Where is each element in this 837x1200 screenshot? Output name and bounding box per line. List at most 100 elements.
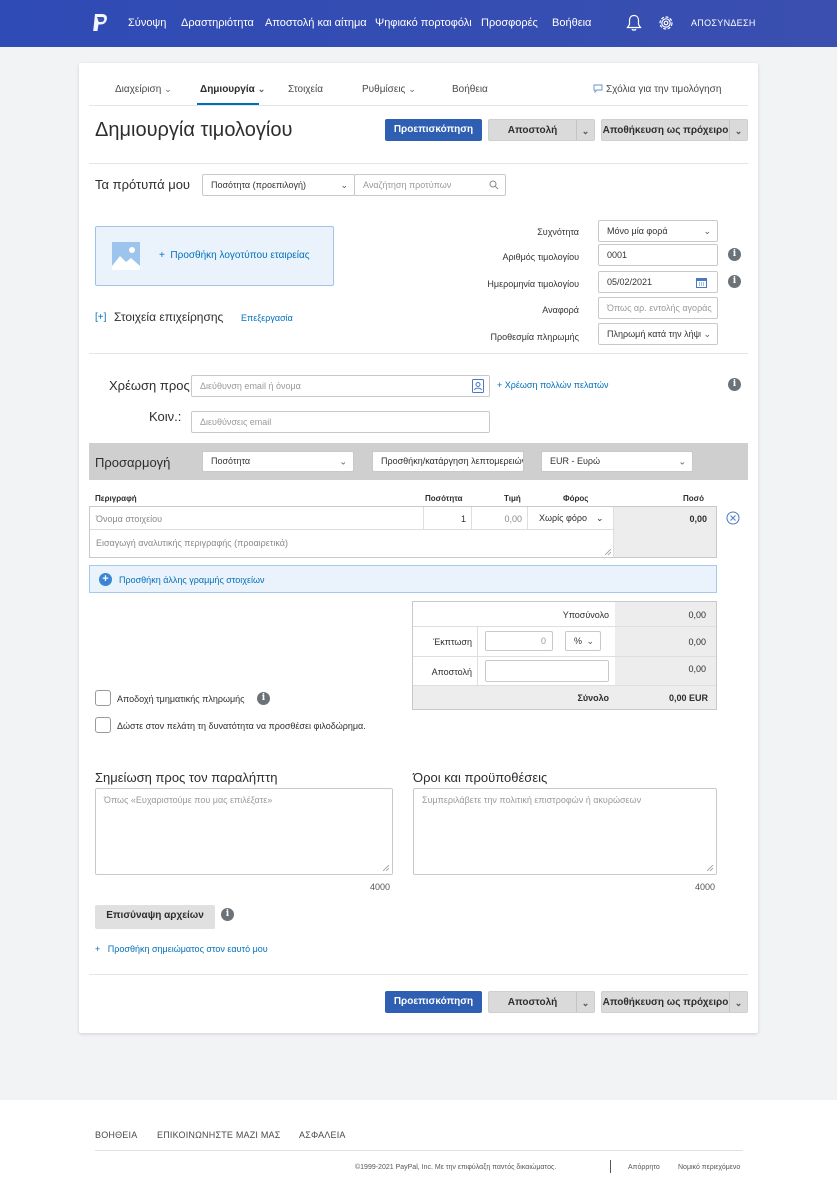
nav-offers[interactable]: Προσφορές (481, 17, 538, 29)
send-button-label: Αποστολή (507, 125, 558, 136)
save-draft-button-bottom[interactable]: Αποθήκευση ως πρόχειρο ⌄ (601, 991, 748, 1013)
template-select[interactable]: Ποσότητα (προεπιλογή) ⌄ (202, 174, 355, 196)
info-icon[interactable]: i (257, 692, 270, 705)
nav-send-request[interactable]: Αποστολή και αίτημα (265, 17, 367, 29)
footer-privacy-link[interactable]: Απόρρητο (628, 1164, 660, 1171)
currency-select[interactable]: EUR - Ευρώ ⌄ (541, 451, 693, 472)
tab-manage-label: Διαχείριση (115, 84, 162, 95)
preview-button-bottom[interactable]: Προεπισκόπηση (385, 991, 482, 1013)
nav-summary[interactable]: Σύνοψη (128, 17, 166, 29)
tab-manage[interactable]: Διαχείριση ⌄ (115, 84, 172, 95)
bill-to-label: Χρέωση προς: (109, 378, 194, 393)
preview-button[interactable]: Προεπισκόπηση (385, 119, 482, 141)
info-icon[interactable]: i (728, 248, 741, 261)
tab-settings[interactable]: Ρυθμίσεις ⌄ (362, 84, 416, 95)
cc-label: Κοιν.: (149, 409, 182, 424)
bill-multiple-link[interactable]: + Χρέωση πολλών πελατών (497, 380, 609, 390)
info-icon[interactable]: i (728, 378, 741, 391)
logout-link[interactable]: ΑΠΟΣΥΝΔΕΣΗ (691, 18, 756, 28)
tip-checkbox[interactable] (95, 717, 111, 733)
item-qty-input[interactable]: 1 (424, 514, 466, 524)
reference-input[interactable]: Όπως αρ. εντολής αγοράς (598, 297, 718, 319)
contact-book-icon[interactable] (472, 379, 484, 393)
info-icon[interactable]: i (728, 275, 741, 288)
nav-help[interactable]: Βοήθεια (552, 17, 591, 29)
frequency-select[interactable]: Μόνο μία φορά ⌄ (598, 220, 718, 242)
send-button-bottom[interactable]: Αποστολή ⌄ (488, 991, 595, 1013)
partial-payment-label: Αποδοχή τμηματικής πληρωμής (117, 694, 245, 704)
chevron-down-icon[interactable]: ⌄ (576, 120, 594, 140)
footer-divider (95, 1150, 743, 1151)
attach-files-button[interactable]: Επισύναψη αρχείων (95, 905, 215, 929)
invoice-number-input[interactable]: 0001 (598, 244, 718, 266)
totals-box: Υποσύνολο 0,00 Έκπτωση 0 % ⌄ 0,00 Αποστολ… (412, 601, 717, 710)
discount-input[interactable]: 0 (485, 631, 553, 651)
template-search-input[interactable]: Αναζήτηση προτύπων (354, 174, 506, 196)
save-draft-label: Αποθήκευση ως πρόχειρο (602, 997, 729, 1008)
info-icon[interactable]: i (221, 908, 234, 921)
details-toggle-button[interactable]: Προσθήκη/κατάργηση λεπτομερειών (372, 451, 524, 472)
chevron-down-icon: ⌄ (164, 84, 172, 94)
remove-item-icon[interactable] (726, 511, 740, 525)
item-tax-value: Χωρίς φόρο (539, 513, 587, 523)
page-title: Δημιουργία τιμολογίου (95, 119, 293, 141)
send-button[interactable]: Αποστολή ⌄ (488, 119, 595, 141)
save-draft-button[interactable]: Αποθήκευση ως πρόχειρο ⌄ (601, 119, 748, 141)
quantity-mode-select[interactable]: Ποσότητα ⌄ (202, 451, 354, 472)
tab-help[interactable]: Βοήθεια (452, 84, 488, 95)
add-memo-label: Προσθήκη σημειώματος στον εαυτό μου (107, 944, 268, 954)
chevron-down-icon[interactable]: ⌄ (729, 992, 747, 1012)
discount-value: 0,00 (688, 637, 706, 647)
feedback-link[interactable]: Σχόλια για την τιμολόγηση (593, 84, 721, 95)
footer-help-link[interactable]: ΒΟΗΘΕΙΑ (95, 1130, 137, 1140)
shipping-input[interactable] (485, 660, 609, 682)
item-price-input[interactable]: 0,00 (472, 514, 522, 524)
due-select[interactable]: Πληρωμή κατά την λήψη ⌄ (598, 323, 718, 345)
image-icon (112, 242, 140, 270)
partial-payment-checkbox[interactable] (95, 690, 111, 706)
add-logo-box[interactable]: + Προσθήκη λογοτύπου εταιρείας (95, 226, 334, 286)
copyright: ©1999-2021 PayPal, Inc. Με την επιφύλαξη… (355, 1164, 557, 1171)
gear-icon[interactable] (657, 14, 675, 32)
customize-label: Προσαρμογή (95, 455, 171, 470)
frequency-value: Μόνο μία φορά (607, 226, 668, 236)
nav-activity[interactable]: Δραστηριότητα (181, 17, 254, 29)
cc-input[interactable]: Διευθύνσεις email (191, 411, 490, 433)
chevron-down-icon: ⌄ (586, 636, 594, 646)
footer-security-link[interactable]: ΑΣΦΑΛΕΙΑ (299, 1130, 346, 1140)
terms-char-limit: 4000 (695, 882, 716, 892)
item-tax-select[interactable]: Χωρίς φόρο ⌄ (539, 513, 604, 524)
item-amount: 0,00 (689, 514, 707, 524)
calendar-icon[interactable] (696, 277, 707, 288)
terms-textarea[interactable]: Συμπεριλάβετε την πολιτική επιστροφών ή … (413, 788, 717, 875)
template-search-placeholder: Αναζήτηση προτύπων (363, 180, 452, 190)
tab-create[interactable]: Δημιουργία ⌄ (200, 84, 265, 95)
chevron-down-icon: ⌄ (408, 84, 416, 94)
add-memo-link[interactable]: + Προσθήκη σημειώματος στον εαυτό μου (95, 944, 268, 954)
nav-wallet[interactable]: Ψηφιακό πορτοφόλι (375, 17, 472, 29)
tab-items[interactable]: Στοιχεία (288, 84, 323, 95)
add-item-line-button[interactable]: + Προσθήκη άλλης γραμμής στοιχείων (89, 565, 717, 593)
resize-handle-icon[interactable] (605, 549, 611, 555)
chevron-down-icon[interactable]: ⌄ (576, 992, 594, 1012)
note-textarea[interactable]: Όπως «Ευχαριστούμε που μας επιλέξατε» (95, 788, 393, 875)
resize-handle-icon[interactable] (707, 865, 713, 871)
item-description-input[interactable]: Εισαγωγή αναλυτικής περιγραφής (προαιρετ… (96, 538, 288, 548)
business-toggle[interactable]: [+] (95, 312, 106, 323)
shipping-label: Αποστολή (431, 667, 472, 677)
tab-settings-label: Ρυθμίσεις (362, 84, 406, 95)
paypal-logo-icon[interactable] (92, 13, 108, 33)
bill-to-input[interactable]: Διεύθυνση email ή όνομα (191, 375, 490, 397)
frequency-label: Συχνότητα (537, 227, 579, 237)
discount-unit-select[interactable]: % ⌄ (565, 631, 601, 651)
chevron-down-icon[interactable]: ⌄ (729, 120, 747, 140)
bell-icon[interactable] (626, 14, 642, 32)
footer-legal-link[interactable]: Νομικό περιεχόμενο (678, 1164, 740, 1171)
footer-separator (610, 1160, 611, 1173)
item-name-input[interactable]: Όνομα στοιχείου (96, 514, 162, 524)
invoice-date-input[interactable]: 05/02/2021 (598, 271, 718, 293)
chevron-down-icon: ⌄ (340, 180, 348, 190)
resize-handle-icon[interactable] (383, 865, 389, 871)
footer-contact-link[interactable]: ΕΠΙΚΟΙΝΩΝΗΣΤΕ ΜΑΖΙ ΜΑΣ (157, 1130, 280, 1140)
business-edit-link[interactable]: Επεξεργασία (241, 313, 293, 323)
